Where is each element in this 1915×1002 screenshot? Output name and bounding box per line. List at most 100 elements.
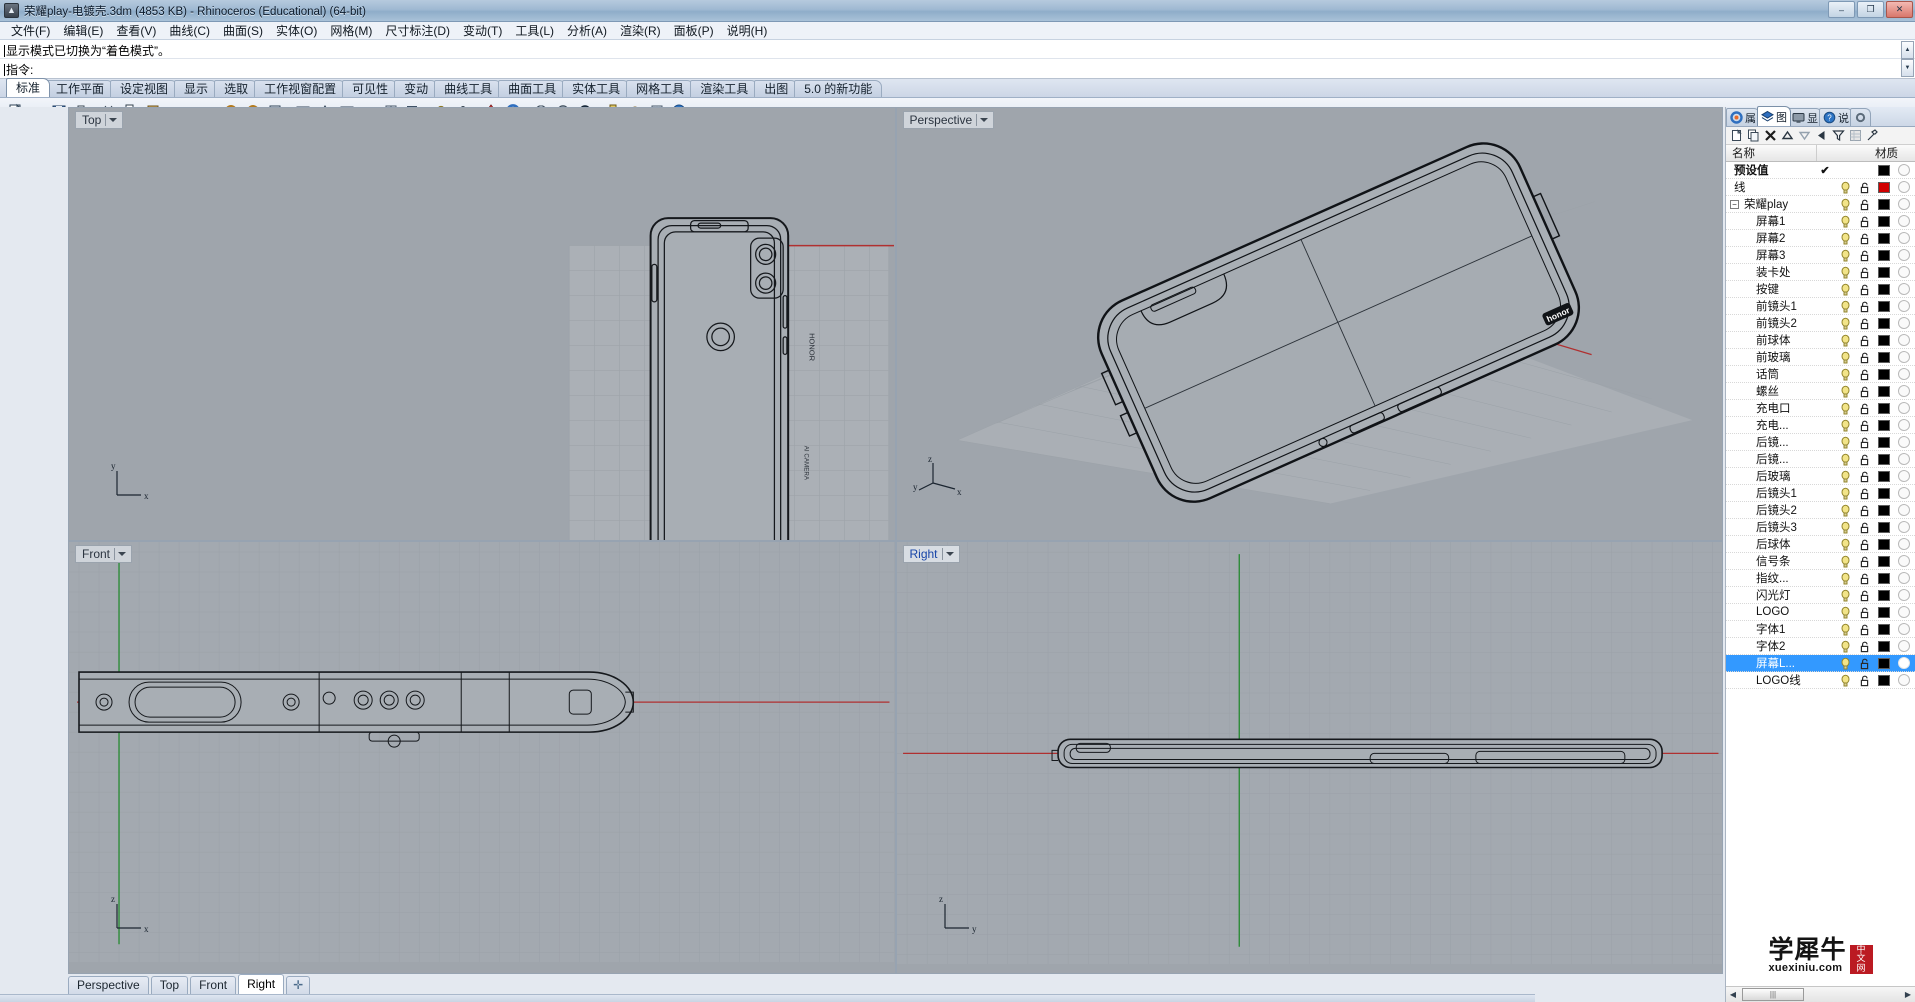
toolbar-tab-whats-new-5[interactable]: 5.0 的新功能 — [794, 80, 883, 97]
layer-material-swatch[interactable] — [1893, 521, 1915, 533]
menu-solid[interactable]: 实体(O) — [271, 21, 325, 40]
layer-row[interactable]: 充电口 — [1726, 400, 1915, 417]
viewport-perspective-label[interactable]: Perspective — [902, 111, 995, 129]
layer-color-swatch[interactable] — [1874, 368, 1893, 380]
layer-row[interactable]: 螺丝 — [1726, 383, 1915, 400]
layer-lock-icon[interactable] — [1855, 334, 1874, 347]
scroll-thumb[interactable]: ||| — [1742, 988, 1804, 1001]
layer-color-swatch[interactable] — [1874, 385, 1893, 397]
layer-visibility-bulb-icon[interactable] — [1836, 300, 1855, 313]
layer-visibility-bulb-icon[interactable] — [1836, 657, 1855, 670]
layer-material-swatch[interactable] — [1893, 215, 1915, 227]
command-scroll-down[interactable]: ▼ — [1901, 59, 1914, 77]
panel-tab-display[interactable]: 显 — [1788, 108, 1822, 126]
layer-current-checkmark[interactable]: ✔ — [1814, 164, 1836, 177]
menu-tools[interactable]: 工具(L) — [510, 21, 562, 40]
layer-visibility-bulb-icon[interactable] — [1836, 487, 1855, 500]
menu-edit[interactable]: 编辑(E) — [58, 21, 111, 40]
copy-layer-icon[interactable] — [1746, 128, 1761, 143]
viewport-top[interactable]: Top HONOR AI CAMERA y x — [68, 107, 896, 541]
menu-curve[interactable]: 曲线(C) — [164, 21, 218, 40]
layer-visibility-bulb-icon[interactable] — [1836, 181, 1855, 194]
chevron-down-icon[interactable] — [118, 551, 127, 556]
layer-material-swatch[interactable] — [1893, 640, 1915, 652]
layer-lock-icon[interactable] — [1855, 640, 1874, 653]
menu-help[interactable]: 说明(H) — [722, 21, 776, 40]
toolbar-tab-render-tools[interactable]: 渲染工具 — [690, 80, 759, 97]
layer-material-swatch[interactable] — [1893, 283, 1915, 295]
toolbar-tab-drafting[interactable]: 出图 — [754, 80, 799, 97]
toolbar-tab-solid-tools[interactable]: 实体工具 — [562, 80, 631, 97]
layer-visibility-bulb-icon[interactable] — [1836, 198, 1855, 211]
layer-lock-icon[interactable] — [1855, 283, 1874, 296]
layer-row[interactable]: 字体1 — [1726, 621, 1915, 638]
toolbar-tab-viewport-layout[interactable]: 工作视窗配置 — [254, 80, 347, 97]
layer-lock-icon[interactable] — [1855, 589, 1874, 602]
layer-row[interactable]: 后球体 — [1726, 536, 1915, 553]
layer-color-swatch[interactable] — [1874, 266, 1893, 278]
layer-lock-icon[interactable] — [1855, 419, 1874, 432]
layer-lock-icon[interactable] — [1855, 470, 1874, 483]
layer-material-swatch[interactable] — [1893, 164, 1915, 176]
menu-dimension[interactable]: 尺寸标注(D) — [380, 21, 458, 40]
chevron-down-icon[interactable] — [945, 551, 954, 556]
layer-visibility-bulb-icon[interactable] — [1836, 606, 1855, 619]
minimize-button[interactable]: – — [1828, 1, 1855, 18]
move-left-icon[interactable] — [1814, 128, 1829, 143]
layer-lock-icon[interactable] — [1855, 317, 1874, 330]
layer-visibility-bulb-icon[interactable] — [1836, 419, 1855, 432]
layer-color-swatch[interactable] — [1874, 436, 1893, 448]
filter-icon[interactable] — [1831, 128, 1846, 143]
layer-material-swatch[interactable] — [1893, 453, 1915, 465]
layer-color-swatch[interactable] — [1874, 470, 1893, 482]
toolbar-tab-select[interactable]: 选取 — [214, 80, 259, 97]
menu-transform[interactable]: 变动(T) — [458, 21, 510, 40]
layer-expander-icon[interactable]: − — [1730, 199, 1739, 209]
layer-color-swatch[interactable] — [1874, 232, 1893, 244]
layer-lock-icon[interactable] — [1855, 215, 1874, 228]
toolbar-tab-surface-tools[interactable]: 曲面工具 — [498, 80, 567, 97]
layer-material-swatch[interactable] — [1893, 504, 1915, 516]
layer-row[interactable]: 前球体 — [1726, 332, 1915, 349]
toolbar-tab-mesh-tools[interactable]: 网格工具 — [626, 80, 695, 97]
layer-color-swatch[interactable] — [1874, 504, 1893, 516]
layer-color-swatch[interactable] — [1874, 351, 1893, 363]
move-down-icon[interactable] — [1797, 128, 1812, 143]
menu-render[interactable]: 渲染(R) — [615, 21, 669, 40]
layer-color-swatch[interactable] — [1874, 555, 1893, 567]
layer-color-swatch[interactable] — [1874, 181, 1893, 193]
layer-color-swatch[interactable] — [1874, 606, 1893, 618]
layer-material-swatch[interactable] — [1893, 266, 1915, 278]
layer-lock-icon[interactable] — [1855, 572, 1874, 585]
layer-row[interactable]: 装卡处 — [1726, 264, 1915, 281]
layer-lock-icon[interactable] — [1855, 402, 1874, 415]
layer-material-swatch[interactable] — [1893, 198, 1915, 210]
maximize-button[interactable]: ❐ — [1857, 1, 1884, 18]
layer-material-swatch[interactable] — [1893, 538, 1915, 550]
layer-visibility-bulb-icon[interactable] — [1836, 555, 1855, 568]
scroll-right-arrow-icon[interactable]: ▶ — [1901, 988, 1915, 1002]
layer-material-swatch[interactable] — [1893, 572, 1915, 584]
command-prompt-row[interactable]: 指令: — [0, 59, 1915, 78]
layer-color-swatch[interactable] — [1874, 589, 1893, 601]
delete-layer-icon[interactable] — [1763, 128, 1778, 143]
layer-material-swatch[interactable] — [1893, 657, 1915, 669]
layer-color-swatch[interactable] — [1874, 623, 1893, 635]
layer-lock-icon[interactable] — [1855, 351, 1874, 364]
layer-row[interactable]: LOGO — [1726, 604, 1915, 621]
layer-row[interactable]: 预设值 ✔ — [1726, 162, 1915, 179]
layer-material-swatch[interactable] — [1893, 249, 1915, 261]
layer-visibility-bulb-icon[interactable] — [1836, 215, 1855, 228]
layer-material-swatch[interactable] — [1893, 470, 1915, 482]
layer-visibility-bulb-icon[interactable] — [1836, 453, 1855, 466]
layer-visibility-bulb-icon[interactable] — [1836, 470, 1855, 483]
layer-row[interactable]: 按键 — [1726, 281, 1915, 298]
layer-color-swatch[interactable] — [1874, 572, 1893, 584]
layer-lock-icon[interactable] — [1855, 368, 1874, 381]
viewport-tab-right[interactable]: Right — [238, 974, 285, 994]
layer-color-swatch[interactable] — [1874, 283, 1893, 295]
layer-visibility-bulb-icon[interactable] — [1836, 504, 1855, 517]
layer-lock-icon[interactable] — [1855, 538, 1874, 551]
layer-row[interactable]: LOGO线 — [1726, 672, 1915, 689]
layer-visibility-bulb-icon[interactable] — [1836, 283, 1855, 296]
